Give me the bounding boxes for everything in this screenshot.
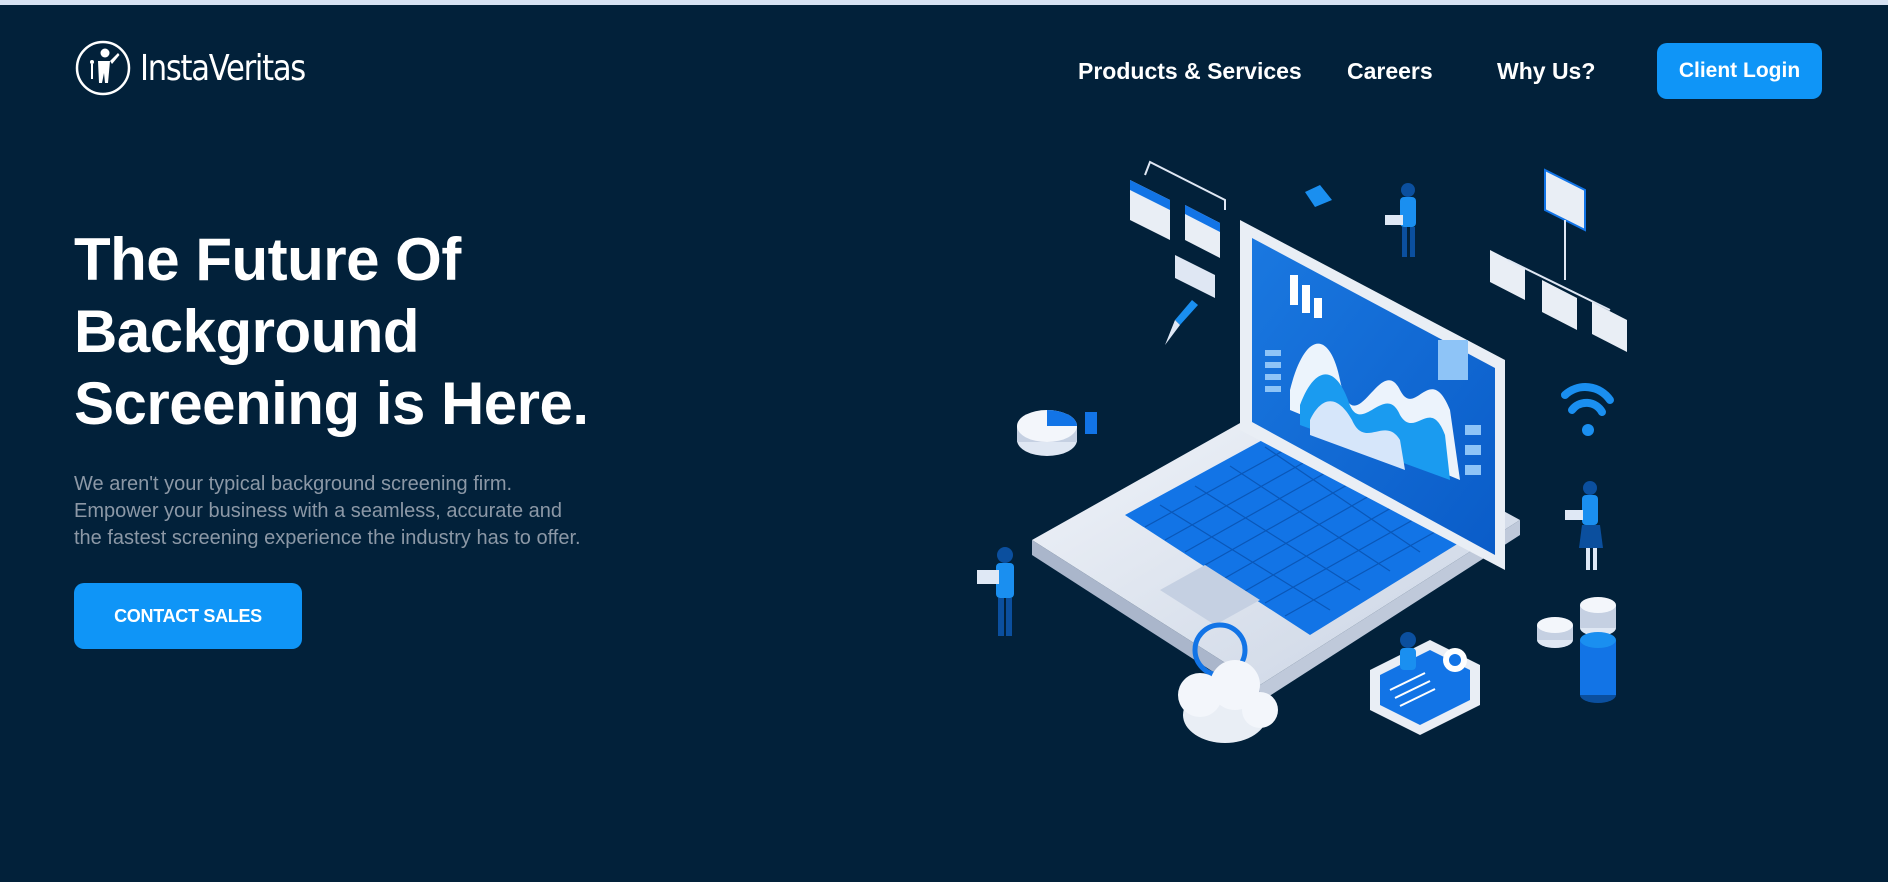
person-circle-logo-icon [75, 40, 131, 96]
brand-logo[interactable]: InstaVeritas [74, 38, 334, 98]
hero-description-line: the fastest screening experience the ind… [74, 527, 581, 549]
contact-sales-button[interactable]: CONTACT SALES [74, 583, 302, 649]
nav-why-us[interactable]: Why Us? [1497, 58, 1595, 85]
landing-page: InstaVeritas Products & Services Careers… [0, 5, 1888, 882]
isometric-laptop-analytics-illustration [977, 160, 1627, 743]
client-login-button[interactable]: Client Login [1657, 43, 1822, 99]
hero-title-line: Screening is Here. [74, 370, 589, 437]
brand-name: InstaVeritas [140, 47, 306, 89]
hero-description-line: Empower your business with a seamless, a… [74, 500, 563, 522]
hero-title-line: The Future Of [74, 226, 461, 293]
nav-products-services[interactable]: Products & Services [1078, 58, 1302, 85]
hero-description-line: We aren't your typical background screen… [74, 473, 513, 495]
hero-title-line: Background [74, 298, 420, 365]
hero-description: We aren't your typical background screen… [74, 471, 674, 552]
hero-title: The Future Of Background Screening is He… [74, 224, 714, 440]
nav-careers[interactable]: Careers [1347, 58, 1433, 85]
